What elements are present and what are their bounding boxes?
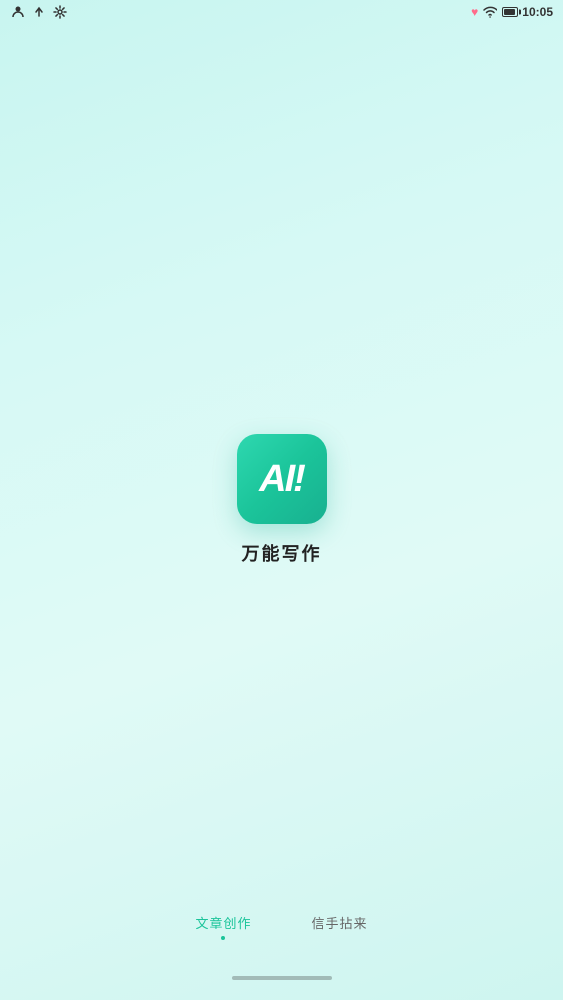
settings-icon: [52, 4, 68, 20]
app-icon: AI!: [237, 434, 327, 524]
bottom-indicator: [232, 976, 332, 980]
nav-label-article: 文章创作: [195, 913, 251, 932]
nav-item-article[interactable]: 文章创作: [195, 913, 251, 940]
status-bar: ♥ 10:05: [0, 0, 563, 24]
nav-dot-casual: [338, 936, 342, 940]
wifi-icon: [482, 4, 498, 20]
time-display: 10:05: [522, 5, 553, 19]
app-icon-wrapper: AI! 万能写作: [237, 434, 327, 566]
battery-icon: [502, 4, 518, 20]
nav-dot-article: [221, 936, 225, 940]
status-left: [10, 4, 68, 20]
main-content: AI! 万能写作: [0, 0, 563, 1000]
nav-item-casual[interactable]: 信手拈来: [312, 913, 368, 940]
bottom-nav: 文章创作 信手拈来: [0, 913, 563, 940]
app-name: 万能写作: [242, 540, 322, 566]
app-icon-text: AI!: [259, 460, 304, 498]
arrow-icon: [31, 4, 47, 20]
heart-icon: ♥: [471, 5, 478, 19]
person-icon: [10, 4, 26, 20]
status-right: ♥ 10:05: [471, 4, 553, 20]
nav-label-casual: 信手拈来: [312, 913, 368, 932]
